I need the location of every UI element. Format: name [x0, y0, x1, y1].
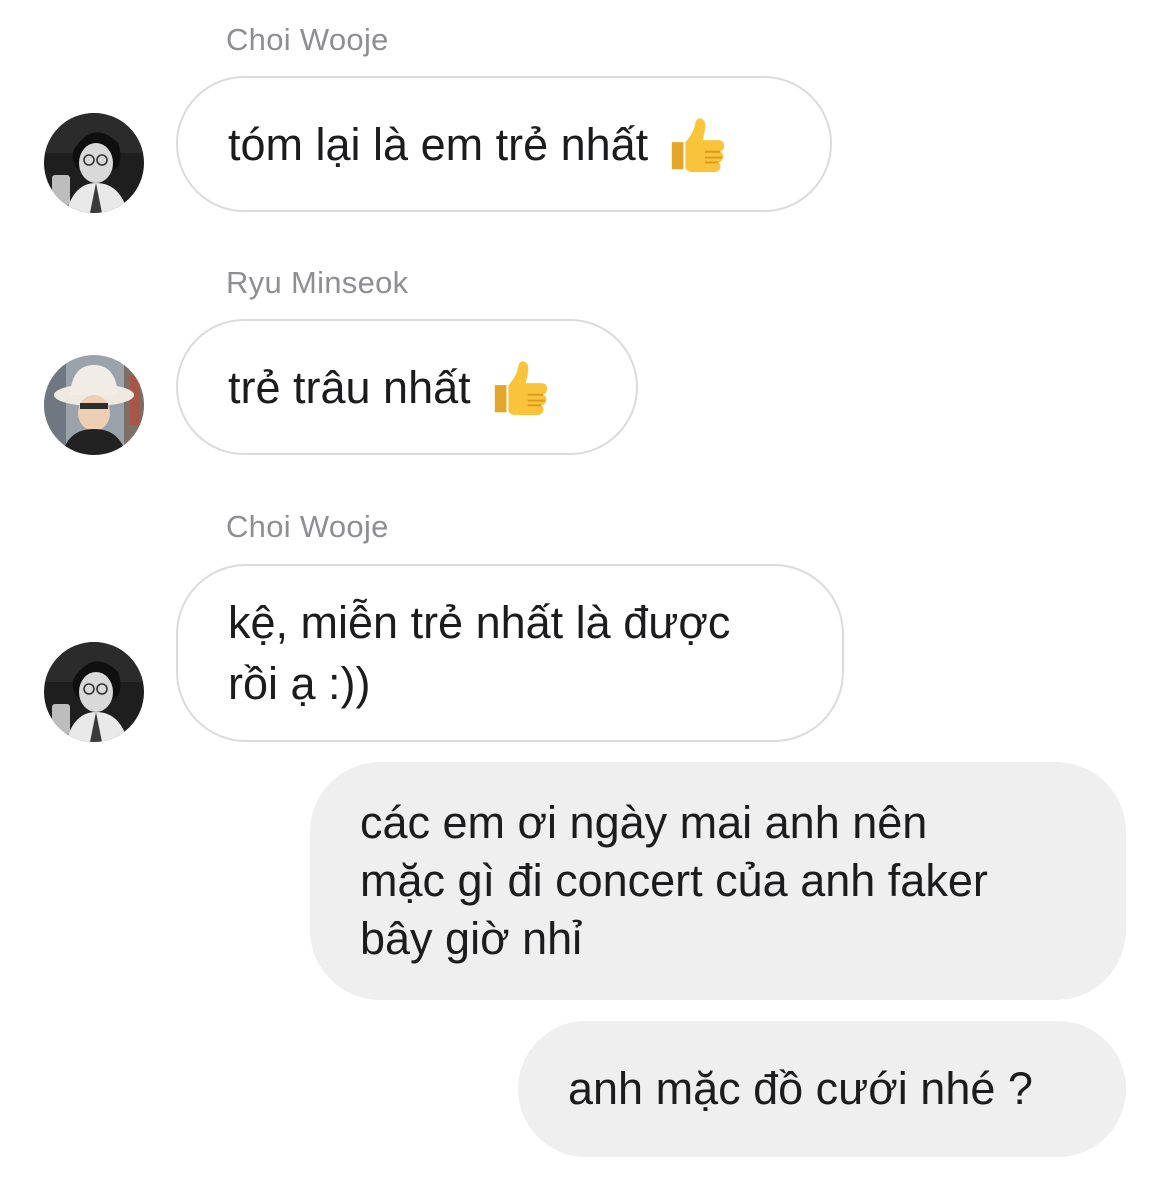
thumbs-up-icon: [494, 361, 547, 416]
message-bubble-outgoing[interactable]: các em ơi ngày mai anh nên mặc gì đi con…: [310, 762, 1126, 1000]
thumbs-up-icon: [672, 118, 725, 173]
avatar-choi-wooje[interactable]: [44, 642, 144, 742]
sender-name: Ryu Minseok: [226, 265, 409, 300]
message-bubble-outgoing[interactable]: anh mặc đồ cưới nhé ?: [518, 1021, 1126, 1157]
sender-name: Choi Wooje: [226, 22, 389, 57]
message-text: anh mặc đồ cưới nhé ?: [568, 1063, 1033, 1114]
message-text: trẻ trâu nhất: [228, 361, 471, 413]
message-bubble-incoming[interactable]: tóm lại là em trẻ nhất: [176, 76, 832, 212]
sender-name: Choi Wooje: [226, 509, 389, 544]
message-text: kệ, miễn trẻ nhất là được rồi ạ :)): [228, 597, 731, 709]
message-bubble-incoming[interactable]: trẻ trâu nhất: [176, 319, 638, 455]
message-bubble-incoming[interactable]: kệ, miễn trẻ nhất là được rồi ạ :)): [176, 564, 844, 742]
avatar-choi-wooje[interactable]: [44, 113, 144, 213]
message-text: tóm lại là em trẻ nhất: [228, 118, 649, 170]
message-text: các em ơi ngày mai anh nên mặc gì đi con…: [360, 797, 988, 964]
avatar-ryu-minseok[interactable]: [44, 355, 144, 455]
